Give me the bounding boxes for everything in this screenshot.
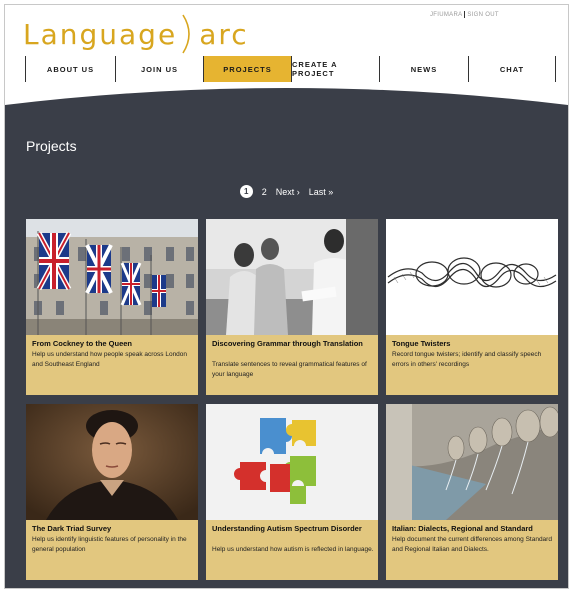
- arc-logo-icon: [182, 14, 190, 54]
- logo-text-arc: arc: [199, 17, 249, 51]
- language-arc-logo[interactable]: Language arc: [23, 9, 249, 59]
- project-card-tongue-twisters[interactable]: Tongue Twisters Record tongue twisters; …: [386, 219, 558, 395]
- project-card-dark-triad[interactable]: The Dark Triad Survey Help us identify l…: [26, 404, 198, 580]
- last-page-link[interactable]: Last »: [309, 187, 334, 197]
- card-description: Help us understand how people speak acro…: [32, 351, 188, 368]
- page-2-link[interactable]: 2: [262, 187, 267, 197]
- card-title: From Cockney to the Queen: [32, 339, 133, 348]
- separator: [464, 11, 466, 18]
- knotted-rope-image: [386, 219, 558, 335]
- field-linguists-photo: [206, 219, 378, 335]
- user-links: JFIUMARA SIGN OUT: [430, 11, 499, 18]
- sign-out-link[interactable]: SIGN OUT: [467, 12, 498, 18]
- header-curve: [5, 88, 568, 115]
- project-card-grammar-translation[interactable]: Discovering Grammar through Translation …: [206, 219, 378, 395]
- pagination: 1 2 Next › Last »: [5, 185, 568, 198]
- machiavelli-portrait-image: [26, 404, 198, 520]
- card-title: Discovering Grammar through Translation: [212, 339, 363, 348]
- browser-frame: Language arc JFIUMARA SIGN OUT ABOUT US J…: [4, 4, 569, 589]
- projects-section: Projects 1 2 Next › Last » From Cockney …: [5, 105, 568, 588]
- card-description: Help document the current differences am…: [392, 536, 552, 553]
- fountain-spouts-image: [386, 404, 558, 520]
- card-description: Translate sentences to reveal grammatica…: [212, 361, 367, 378]
- page-title: Projects: [26, 138, 77, 154]
- card-description: Help us understand how autism is reflect…: [212, 546, 374, 553]
- card-title: Understanding Autism Spectrum Disorder: [212, 524, 362, 533]
- next-page-link[interactable]: Next ›: [276, 187, 300, 197]
- card-description: Record tongue twisters; identify and cla…: [392, 351, 542, 368]
- card-title: Italian: Dialects, Regional and Standard: [392, 524, 533, 533]
- card-description: Help us identify linguistic features of …: [32, 536, 187, 553]
- project-card-cockney[interactable]: From Cockney to the Queen Help us unders…: [26, 219, 198, 395]
- project-card-italian-dialects[interactable]: Italian: Dialects, Regional and Standard…: [386, 404, 558, 580]
- card-title: Tongue Twisters: [392, 339, 451, 348]
- union-jack-flags-image: [26, 219, 198, 335]
- puzzle-pieces-image: [206, 404, 378, 520]
- logo-text-language: Language: [23, 17, 178, 51]
- page-1-current[interactable]: 1: [239, 185, 253, 198]
- card-title: The Dark Triad Survey: [32, 524, 112, 533]
- username-link[interactable]: JFIUMARA: [430, 12, 462, 18]
- project-card-autism[interactable]: Understanding Autism Spectrum Disorder H…: [206, 404, 378, 580]
